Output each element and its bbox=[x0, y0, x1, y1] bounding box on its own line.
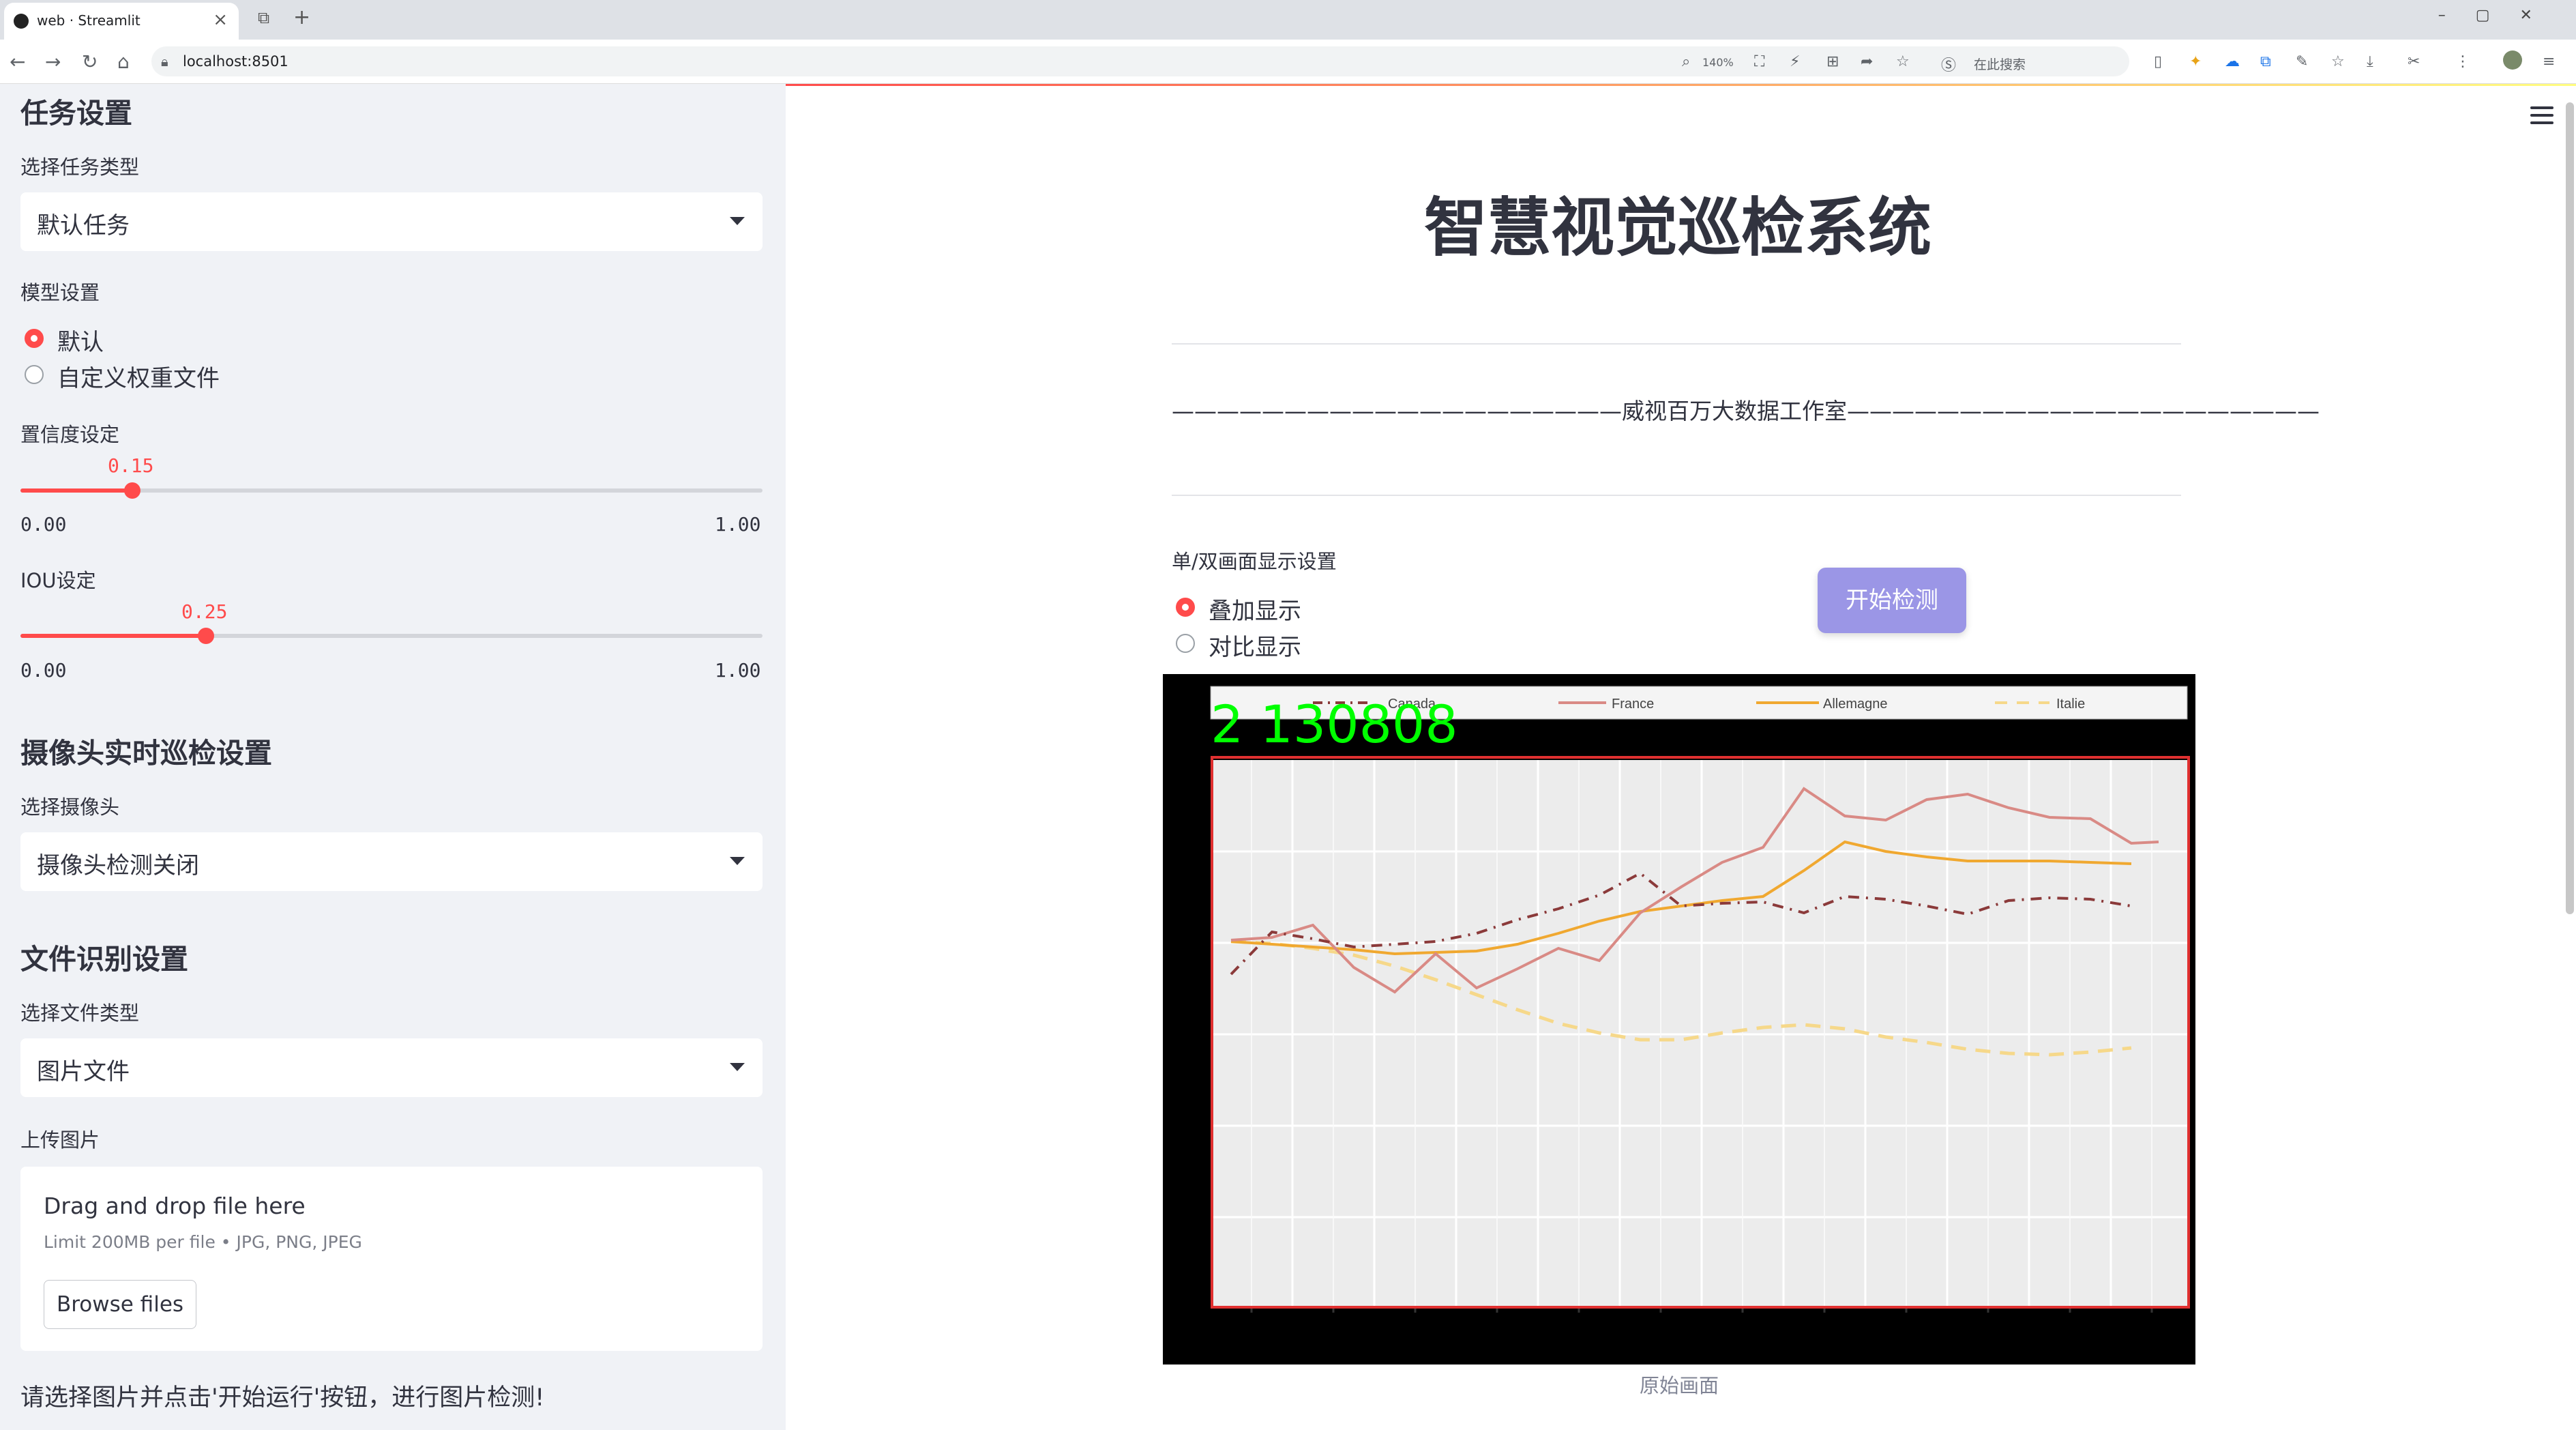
more-menu-icon[interactable]: ⋮ bbox=[2455, 53, 2470, 70]
forward-icon[interactable]: → bbox=[45, 50, 61, 73]
share-icon[interactable]: ➦ bbox=[1861, 53, 1873, 70]
detection-image-svg: Canada France Allemagne Italie 2 130808 bbox=[1210, 686, 2190, 1313]
tab-title: web · Streamlit bbox=[37, 12, 140, 29]
ai-icon[interactable]: ✦ bbox=[2189, 53, 2202, 70]
file-settings-heading: 文件识别设置 bbox=[20, 943, 188, 976]
confidence-value: 0.15 bbox=[108, 454, 154, 477]
camera-settings-heading: 摄像头实时巡检设置 bbox=[20, 737, 272, 770]
task-type-select[interactable]: 默认任务 bbox=[20, 192, 763, 251]
display-mode-label: 单/双画面显示设置 bbox=[1172, 550, 1337, 573]
legend-italie: Italie bbox=[2056, 697, 2085, 712]
file-type-select[interactable]: 图片文件 bbox=[20, 1038, 763, 1097]
dropzone-text: Drag and drop file here bbox=[44, 1193, 306, 1219]
browser-tabstrip bbox=[0, 0, 2576, 40]
hamburger-menu-icon[interactable] bbox=[2530, 106, 2553, 129]
browser-menu-icon[interactable]: ≡ bbox=[2543, 53, 2555, 70]
translate-icon[interactable]: ⛶ bbox=[1754, 53, 1764, 70]
window-controls[interactable]: –▢✕ bbox=[2438, 7, 2562, 24]
reload-icon[interactable]: ↻ bbox=[82, 50, 98, 73]
streamlit-favicon-icon bbox=[14, 14, 29, 29]
model-radio-custom[interactable] bbox=[25, 365, 44, 384]
iou-slider-thumb[interactable] bbox=[198, 628, 214, 644]
profile-avatar[interactable] bbox=[2503, 50, 2522, 70]
legend-allemagne: Allemagne bbox=[1823, 697, 1888, 712]
phone-icon[interactable]: ▯ bbox=[2154, 53, 2162, 70]
tab-search-icon[interactable]: ⧉ bbox=[258, 8, 269, 27]
close-tab-icon[interactable]: × bbox=[213, 10, 228, 30]
iou-min: 0.00 bbox=[20, 659, 67, 682]
divider bbox=[1172, 495, 2181, 496]
task-type-value: 默认任务 bbox=[37, 212, 130, 239]
url-text[interactable]: localhost:8501 bbox=[183, 53, 288, 70]
iou-label: IOU设定 bbox=[20, 569, 96, 592]
top-decoration bbox=[786, 84, 2576, 86]
new-tab-icon[interactable]: + bbox=[293, 5, 310, 29]
model-radio-default[interactable] bbox=[25, 329, 44, 348]
confidence-slider-thumb[interactable] bbox=[124, 482, 140, 499]
model-option-default[interactable]: 默认 bbox=[57, 323, 104, 357]
file-type-value: 图片文件 bbox=[37, 1058, 130, 1085]
confidence-min: 0.00 bbox=[20, 513, 67, 536]
model-option-custom[interactable]: 自定义权重文件 bbox=[57, 360, 220, 393]
instruction-text: 请选择图片并点击'开始运行'按钮，进行图片检测! bbox=[20, 1384, 545, 1412]
iou-max: 1.00 bbox=[715, 659, 761, 682]
extension-icon[interactable]: ⊞ bbox=[1826, 53, 1839, 70]
camera-label: 选择摄像头 bbox=[20, 796, 120, 819]
scrollbar[interactable] bbox=[2566, 102, 2574, 914]
detection-image: Canada France Allemagne Italie 2 130808 bbox=[1163, 674, 2195, 1365]
chevron-down-icon bbox=[730, 1063, 745, 1071]
display-option-compare[interactable]: 对比显示 bbox=[1209, 628, 1301, 662]
back-icon[interactable]: ← bbox=[10, 50, 25, 73]
search-placeholder[interactable]: 在此搜索 bbox=[1974, 55, 2026, 73]
page-title: 智慧视觉巡检系统 bbox=[1424, 191, 1931, 265]
model-label: 模型设置 bbox=[20, 281, 100, 304]
camera-select[interactable]: 摄像头检测关闭 bbox=[20, 832, 763, 891]
display-option-overlay[interactable]: 叠加显示 bbox=[1209, 592, 1301, 626]
start-detection-button[interactable]: 开始检测 bbox=[1818, 568, 1966, 633]
home-icon[interactable]: ⌂ bbox=[117, 50, 130, 73]
camera-value: 摄像头检测关闭 bbox=[37, 852, 199, 879]
studio-line: ————————————————————威视百万大数据工作室——————————… bbox=[1172, 398, 2320, 424]
site-info-icon[interactable]: 🔒︎ bbox=[161, 53, 168, 70]
zoom-level[interactable]: 140% bbox=[1702, 56, 1734, 69]
favorites-icon[interactable]: ☆ bbox=[2331, 53, 2345, 70]
search-engine-icon[interactable]: Ⓢ bbox=[1941, 53, 1956, 75]
display-radio-overlay[interactable] bbox=[1176, 598, 1195, 617]
download-icon[interactable]: ⤓ bbox=[2367, 53, 2373, 70]
cloud-icon[interactable]: ☁ bbox=[2225, 53, 2240, 70]
browse-files-button[interactable]: Browse files bbox=[44, 1280, 196, 1329]
upload-label: 上传图片 bbox=[20, 1128, 100, 1152]
dropzone-limit: Limit 200MB per file • JPG, PNG, JPEG bbox=[44, 1232, 362, 1252]
edit-icon[interactable]: ✎ bbox=[2296, 53, 2308, 70]
chevron-down-icon bbox=[730, 217, 745, 225]
translate-ext-icon[interactable]: ⧉ bbox=[2260, 53, 2271, 70]
confidence-label: 置信度设定 bbox=[20, 423, 120, 446]
confidence-max: 1.00 bbox=[715, 513, 761, 536]
display-radio-compare[interactable] bbox=[1176, 634, 1195, 653]
bolt-icon[interactable]: ⚡ bbox=[1790, 53, 1800, 70]
legend-france: France bbox=[1612, 697, 1654, 712]
chevron-down-icon bbox=[730, 857, 745, 865]
divider bbox=[1172, 343, 2181, 345]
file-type-label: 选择文件类型 bbox=[20, 1002, 140, 1025]
detection-overlay-text: 2 130808 bbox=[1211, 694, 1458, 755]
browser-tab[interactable]: web · Streamlit × bbox=[4, 3, 239, 40]
iou-value: 0.25 bbox=[181, 600, 228, 623]
bookmark-star-icon[interactable]: ☆ bbox=[1896, 53, 1910, 70]
image-caption: 原始画面 bbox=[1639, 1374, 1719, 1397]
iou-slider[interactable] bbox=[20, 634, 763, 638]
scissors-icon[interactable]: ✂ bbox=[2408, 53, 2420, 70]
task-settings-heading: 任务设置 bbox=[20, 97, 132, 130]
zoom-icon[interactable]: ⌕ bbox=[1682, 53, 1690, 70]
task-type-label: 选择任务类型 bbox=[20, 156, 140, 179]
